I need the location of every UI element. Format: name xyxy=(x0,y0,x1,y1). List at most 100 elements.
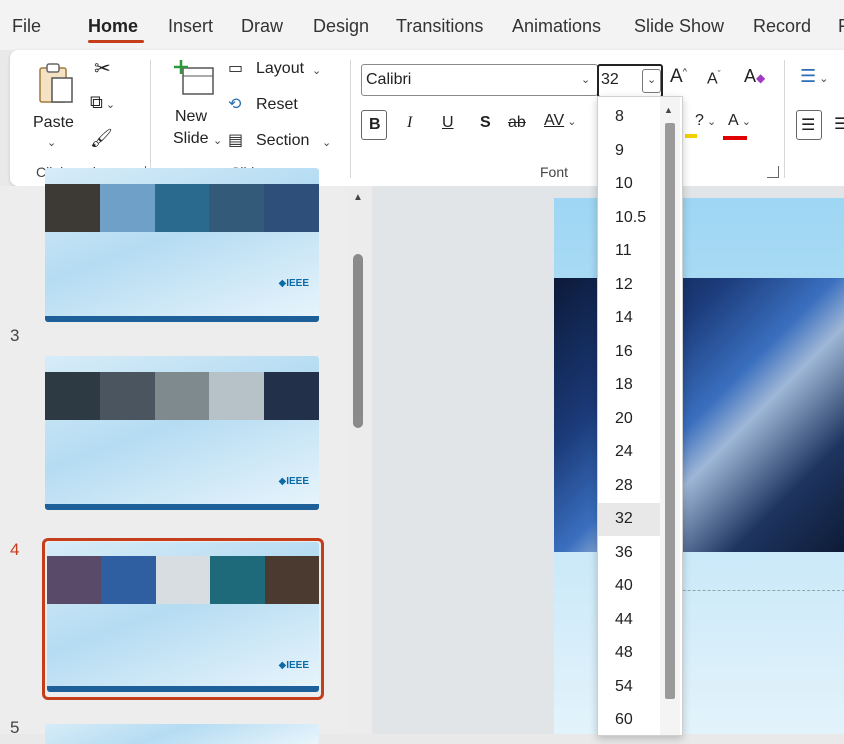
paste-chevron-icon[interactable]: ⌄ xyxy=(47,136,56,149)
highlight-icon[interactable]: ? ⌄ xyxy=(695,112,716,130)
scrollbar-thumb[interactable] xyxy=(353,254,363,428)
font-size-option-label: 60 xyxy=(615,711,633,728)
font-size-option[interactable]: 44 xyxy=(598,604,660,637)
italic-button[interactable]: I xyxy=(407,114,412,132)
tab-overflow[interactable]: F xyxy=(838,16,844,37)
layout-chevron-icon: ⌄ xyxy=(312,65,322,77)
underline-button[interactable]: U xyxy=(442,114,454,132)
tab-insert[interactable]: Insert xyxy=(168,16,213,37)
font-size-option[interactable]: 8 xyxy=(598,101,660,134)
bold-button[interactable]: B xyxy=(361,110,387,140)
dropdown-scroll-up-icon[interactable]: ▲ xyxy=(664,105,673,115)
thumbnail-footer-bar xyxy=(45,316,319,322)
copy-icon[interactable]: ⧉ ⌄ xyxy=(90,92,115,113)
tab-slide-show[interactable]: Slide Show xyxy=(634,16,724,37)
align-center-icon[interactable]: ☰ xyxy=(834,114,844,134)
clear-formatting-icon[interactable]: A◆ xyxy=(744,66,765,87)
font-size-dropdown-button[interactable]: ⌄ xyxy=(642,69,661,93)
strikethrough-button[interactable]: ab xyxy=(508,114,526,132)
font-name-value: Calibri xyxy=(366,71,412,88)
font-size-option[interactable]: 10.5 xyxy=(598,202,660,235)
slide-thumbnail-2[interactable]: ◆IEEE xyxy=(45,168,319,322)
font-size-option-label: 11 xyxy=(615,242,632,259)
cut-icon[interactable]: ✂ xyxy=(94,56,111,81)
font-size-option[interactable]: 12 xyxy=(598,269,660,302)
decrease-font-size-icon[interactable]: Aˇ xyxy=(707,69,721,88)
character-spacing-button[interactable]: AV ⌄ xyxy=(544,112,576,130)
font-size-option[interactable]: 16 xyxy=(598,336,660,369)
tab-animations[interactable]: Animations xyxy=(512,16,601,37)
font-size-option[interactable]: 36 xyxy=(598,537,660,570)
slide-number-5: 5 xyxy=(10,718,20,737)
font-size-combobox[interactable]: 32 ⌄ xyxy=(597,64,663,98)
new-slide-label-1: New xyxy=(175,108,208,125)
font-size-input[interactable]: 32 xyxy=(601,71,619,89)
font-size-option[interactable]: 32 xyxy=(598,503,660,536)
font-size-option-label: 10 xyxy=(615,175,633,192)
font-size-option-label: 10.5 xyxy=(615,208,647,226)
font-size-option-label: 24 xyxy=(615,443,633,460)
font-size-option-label: 32 xyxy=(615,510,633,527)
new-slide-label-2: Slide xyxy=(173,130,209,147)
new-slide-button[interactable]: New Slide ⌄ xyxy=(165,56,223,156)
font-color-icon[interactable]: A ⌄ xyxy=(728,112,751,130)
font-size-option-label: 18 xyxy=(615,376,633,393)
slide-thumbnail-4[interactable]: ◆IEEE xyxy=(47,542,319,692)
clipboard-paste-icon xyxy=(39,63,73,103)
new-slide-chevron-icon: ⌄ xyxy=(213,135,223,147)
font-size-option-label: 20 xyxy=(615,409,633,427)
reset-button[interactable]: ⟲ Reset xyxy=(228,94,308,118)
font-size-option[interactable]: 14 xyxy=(598,302,660,335)
font-size-option-label: 44 xyxy=(615,610,633,628)
align-left-button[interactable]: ☰ xyxy=(796,110,822,140)
character-spacing-label: AV xyxy=(544,112,565,129)
font-size-option[interactable]: 48 xyxy=(598,637,660,670)
font-name-combobox[interactable]: Calibri ⌄ xyxy=(361,64,598,96)
font-size-option[interactable]: 24 xyxy=(598,436,660,469)
font-size-option[interactable]: 60 xyxy=(598,704,660,737)
font-size-option[interactable]: 40 xyxy=(598,570,660,603)
font-size-option[interactable]: 54 xyxy=(598,671,660,704)
font-size-option[interactable]: 10 xyxy=(598,168,660,201)
paste-button[interactable]: Paste ⌄ xyxy=(28,56,78,154)
slide-thumbnail-5[interactable] xyxy=(45,724,319,744)
font-size-option[interactable]: 18 xyxy=(598,369,660,402)
dropdown-scrollbar[interactable]: ▲ xyxy=(660,97,680,735)
separator xyxy=(150,60,151,178)
tab-design[interactable]: Design xyxy=(313,16,369,37)
thumbnail-image-strip xyxy=(45,372,319,420)
section-label: Section xyxy=(256,132,310,149)
font-size-option-label: 16 xyxy=(615,342,633,360)
layout-button[interactable]: ▭ Layout ⌄ xyxy=(228,58,328,82)
tab-file[interactable]: File xyxy=(12,16,41,37)
align-left-icon: ☰ xyxy=(801,117,816,134)
font-name-chevron-icon[interactable]: ⌄ xyxy=(581,73,590,86)
paste-label: Paste xyxy=(33,114,74,131)
slide-thumbnail-3[interactable]: ◆IEEE xyxy=(45,356,319,510)
tab-draw[interactable]: Draw xyxy=(241,16,283,37)
scroll-up-icon[interactable]: ▲ xyxy=(353,192,363,203)
font-size-option[interactable]: 28 xyxy=(598,470,660,503)
active-tab-indicator xyxy=(88,40,144,43)
ribbon-tab-bar: File Home Insert Draw Design Transitions… xyxy=(0,0,844,50)
font-size-option[interactable]: 20 xyxy=(598,403,660,436)
increase-font-size-icon[interactable]: A^ xyxy=(670,66,687,88)
font-size-option[interactable]: 9 xyxy=(598,135,660,168)
thumbnail-image-strip xyxy=(45,184,319,232)
format-painter-icon[interactable]: 🖌 xyxy=(90,128,113,149)
section-button[interactable]: ▤ Section ⌄ xyxy=(228,130,338,154)
bullets-icon[interactable]: ☰ ⌄ xyxy=(800,66,828,87)
font-launcher-icon[interactable] xyxy=(767,166,779,178)
font-size-option-label: 54 xyxy=(615,677,633,695)
thumbnail-scrollbar[interactable]: ▲ xyxy=(346,186,372,734)
font-size-option-label: 28 xyxy=(615,476,633,494)
dropdown-scrollbar-thumb[interactable] xyxy=(665,123,675,699)
thumbnail-image-strip xyxy=(47,556,319,604)
tab-transitions[interactable]: Transitions xyxy=(396,16,483,37)
font-size-option-label: 48 xyxy=(615,644,633,661)
tab-record[interactable]: Record xyxy=(753,16,811,37)
text-shadow-button[interactable]: S xyxy=(480,114,491,132)
font-size-option[interactable]: 11 xyxy=(598,235,660,268)
tab-home[interactable]: Home xyxy=(88,16,138,37)
bold-label: B xyxy=(369,116,381,133)
